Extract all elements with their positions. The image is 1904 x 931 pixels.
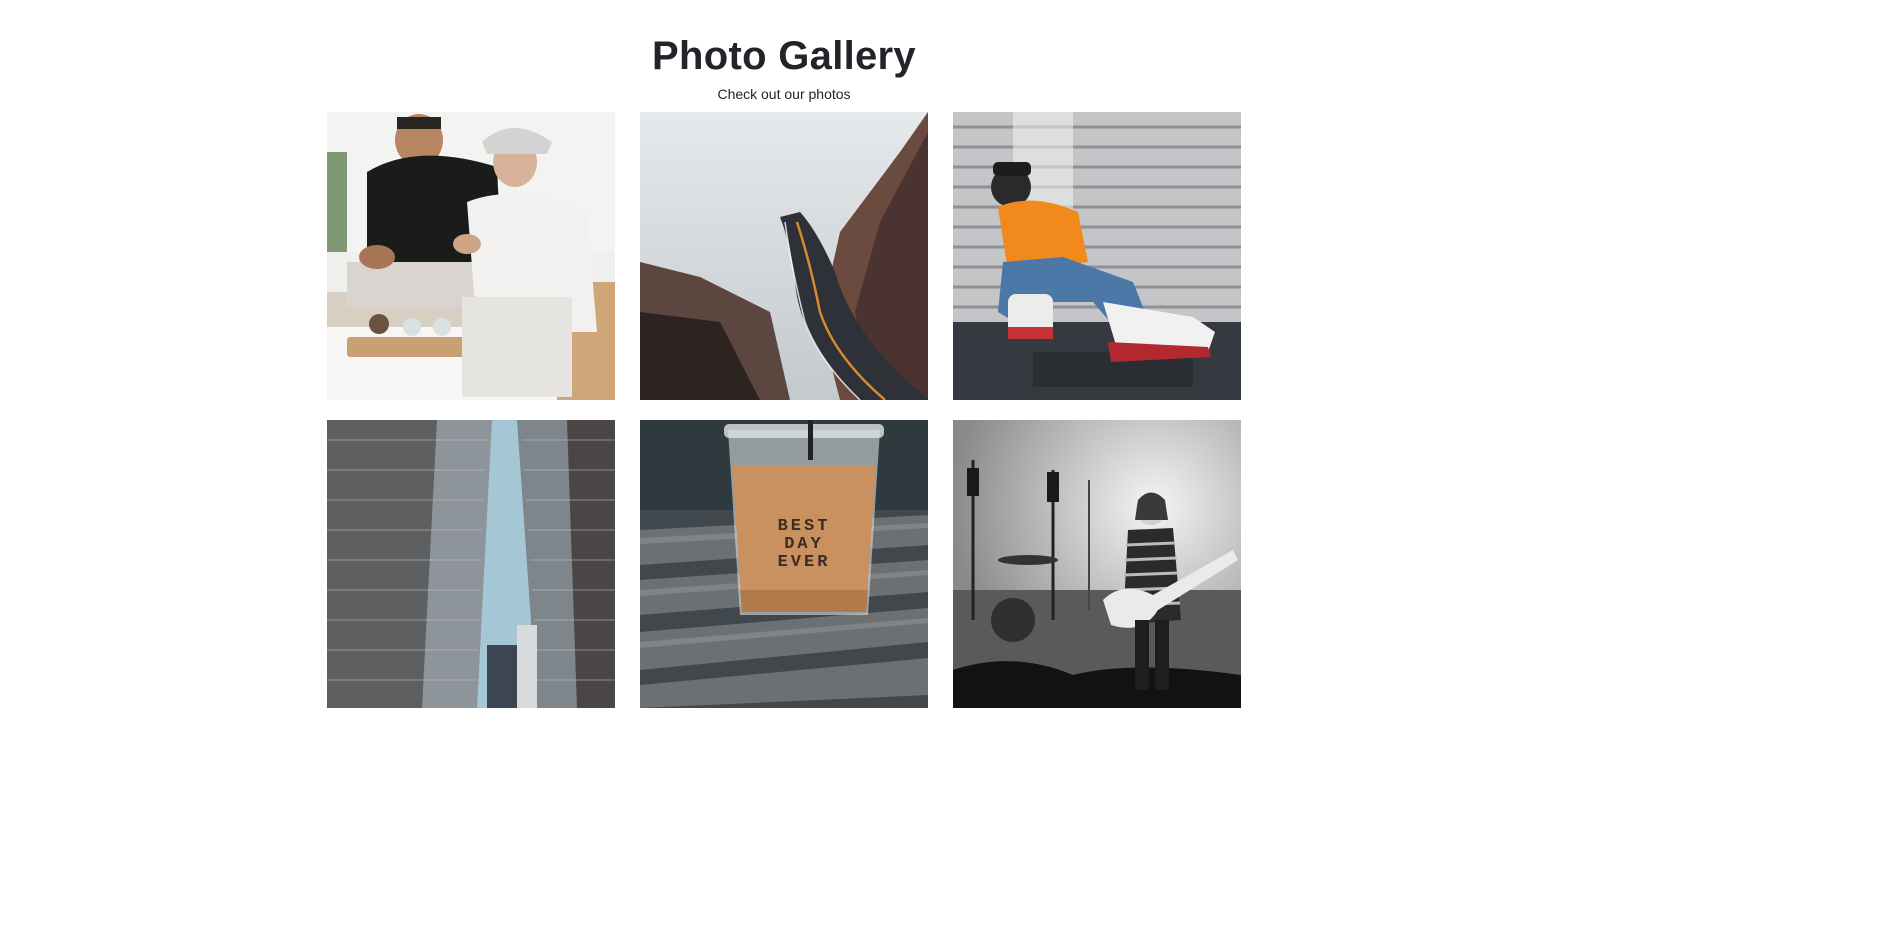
cup-text-line-2: DAY [784,535,824,554]
header: Photo Gallery Check out our photos [0,0,1568,103]
photo-guitarist-concert[interactable] [953,420,1241,708]
photo-image [327,112,615,400]
photo-image [953,420,1241,708]
photo-image: BEST DAY EVER [640,420,928,708]
photo-grid: BEST DAY EVER [327,112,1241,708]
photo-iced-coffee[interactable]: BEST DAY EVER [640,420,928,708]
cup-text-line-3: EVER [778,553,831,572]
photo-skyscrapers[interactable] [327,420,615,708]
page: Photo Gallery Check out our photos BEST … [0,0,1904,931]
photo-image [640,112,928,400]
photo-friends-gaming[interactable] [327,112,615,400]
photo-coastal-road[interactable] [640,112,928,400]
page-title: Photo Gallery [652,34,916,78]
right-margin [1568,0,1904,931]
cup-text-line-1: BEST [778,517,831,536]
photo-image [953,112,1241,400]
page-subtitle: Check out our photos [717,86,851,102]
photo-image [327,420,615,708]
photo-person-orange-shirt[interactable] [953,112,1241,400]
main-content: Photo Gallery Check out our photos BEST … [0,0,1568,931]
